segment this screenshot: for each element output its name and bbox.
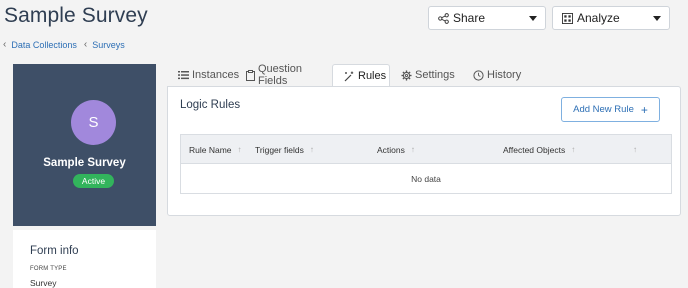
survey-name: Sample Survey — [43, 157, 126, 169]
column-header-affected-objects[interactable]: Affected Objects ↑ — [503, 135, 575, 164]
sort-icon[interactable]: ↑ — [310, 145, 314, 154]
tab-label: Rules — [358, 70, 387, 82]
chevron-down-icon — [653, 15, 661, 21]
sort-icon[interactable]: ↑ — [571, 145, 575, 154]
tab-label: Instances — [192, 69, 240, 81]
list-icon — [178, 70, 189, 80]
gear-icon — [401, 69, 412, 81]
survey-profile-card: S Sample Survey Active — [13, 64, 156, 226]
tab-settings[interactable]: Settings — [390, 64, 460, 86]
tab-label: Question Fields — [258, 63, 303, 87]
add-new-rule-button[interactable]: Add New Rule + — [561, 97, 660, 122]
breadcrumb-data-collections[interactable]: Data Collections — [11, 40, 77, 50]
tab-bar: Instances Question Fields Rules Settings… — [167, 63, 530, 87]
clipboard-icon — [246, 69, 255, 81]
breadcrumb: ‹ Data Collections ‹ Surveys — [3, 39, 132, 50]
chevron-down-icon — [529, 15, 537, 21]
plus-icon: + — [640, 102, 648, 117]
avatar: S — [71, 100, 116, 145]
tab-history[interactable]: History — [460, 64, 530, 86]
tab-instances[interactable]: Instances — [167, 64, 246, 86]
share-icon — [437, 12, 449, 24]
tab-label: History — [487, 69, 522, 81]
page-title: Sample Survey — [4, 4, 148, 27]
sort-icon[interactable]: ↑ — [633, 135, 637, 164]
sort-icon[interactable]: ↑ — [238, 145, 242, 154]
table-header: Rule Name ↑ Trigger fields ↑ Actions ↑ A… — [181, 135, 671, 164]
sort-icon[interactable]: ↑ — [411, 145, 415, 154]
column-header-trigger-fields[interactable]: Trigger fields ↑ — [255, 135, 314, 164]
column-header-label: Trigger fields — [255, 144, 304, 155]
chevron-left-icon: ‹ — [83, 39, 88, 50]
share-label: Share — [453, 11, 486, 25]
add-rule-label: Add New Rule — [573, 104, 634, 115]
form-type-value: Survey — [30, 278, 57, 288]
section-title: Logic Rules — [180, 99, 241, 111]
column-header-label: Rule Name — [189, 144, 232, 155]
magic-wand-icon — [344, 71, 355, 82]
chevron-left-icon: ‹ — [3, 39, 7, 50]
form-info-card: Form info FORM TYPE Survey — [13, 230, 156, 288]
rules-panel: Logic Rules Add New Rule + Rule Name ↑ T… — [167, 86, 681, 216]
column-header-actions[interactable]: Actions ↑ — [377, 135, 415, 164]
share-dropdown-button[interactable]: Share — [428, 6, 546, 30]
clock-icon — [473, 69, 484, 81]
column-header-label: Affected Objects — [503, 144, 566, 155]
empty-state-text: No data — [411, 173, 441, 184]
analyze-label: Analyze — [577, 11, 620, 25]
analyze-dropdown-button[interactable]: Analyze — [552, 6, 670, 30]
grid-icon — [561, 12, 573, 24]
column-header-rule-name[interactable]: Rule Name ↑ — [189, 135, 242, 164]
tab-rules[interactable]: Rules — [332, 64, 390, 87]
status-badge: Active — [73, 174, 114, 188]
column-header-label: Actions — [377, 144, 405, 155]
tab-label: Settings — [415, 69, 455, 81]
tab-question-fields[interactable]: Question Fields — [246, 63, 332, 87]
rules-table: Rule Name ↑ Trigger fields ↑ Actions ↑ A… — [180, 134, 672, 194]
breadcrumb-surveys[interactable]: Surveys — [92, 40, 125, 50]
form-info-title: Form info — [30, 245, 79, 257]
form-type-label: FORM TYPE — [30, 266, 67, 272]
